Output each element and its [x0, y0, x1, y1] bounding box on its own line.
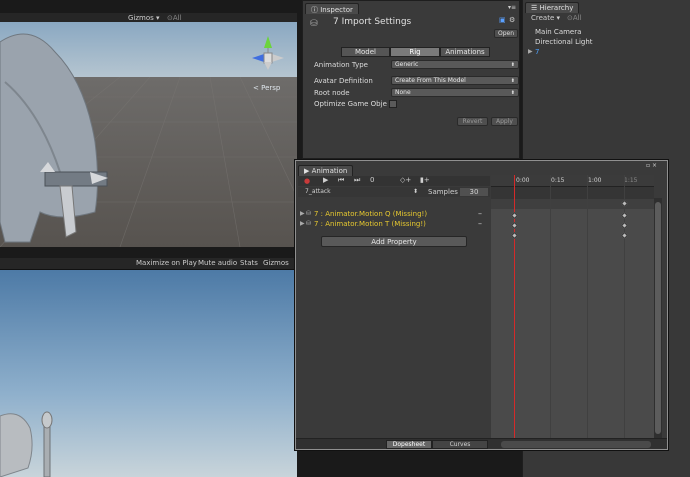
tab-animations[interactable]: Animations: [440, 47, 490, 57]
property-list: ▶ ⛁ 7 : Animator.Motion Q (Missing!) – ▶…: [296, 198, 490, 450]
ogre-game-model: [0, 411, 53, 477]
expand-arrow-icon[interactable]: ▶: [300, 220, 305, 227]
avatar-definition-label: Avatar Definition: [314, 77, 373, 85]
tab-curves[interactable]: Curves: [432, 440, 488, 449]
clip-chevron-icon[interactable]: ⬍: [413, 188, 418, 195]
horizontal-scrollbar[interactable]: [501, 441, 651, 448]
chevron-updown-icon: ⬍: [510, 78, 515, 84]
stats-toggle[interactable]: Stats: [240, 259, 258, 267]
info-icon: ⓘ: [311, 6, 318, 14]
samples-label: Samples: [428, 188, 458, 196]
play-icon[interactable]: ▶: [323, 176, 328, 184]
optimize-game-objects-checkbox[interactable]: [389, 100, 397, 108]
property-row[interactable]: ▶ ⛁ 7 : Animator.Motion T (Missing!) –: [296, 219, 490, 230]
animation-controls: ● ▶ ⏮ ⏭ 0 ◇+ ▮+: [298, 176, 490, 186]
chevron-updown-icon: ⬍: [510, 62, 515, 68]
maximize-on-play-toggle[interactable]: Maximize on Play: [136, 259, 197, 267]
event-row[interactable]: [491, 187, 654, 199]
next-key-icon[interactable]: ⏭: [354, 176, 360, 185]
avatar-definition-dropdown[interactable]: Create From This Model ⬍: [391, 76, 519, 85]
persp-label[interactable]: < Persp: [253, 84, 280, 92]
clip-row: 7_attack ⬍ Samples 30: [298, 187, 490, 197]
game-toolbar: Maximize on Play Mute audio Stats Gizmos: [0, 258, 297, 270]
summary-row: [491, 199, 654, 209]
chevron-updown-icon: ⬍: [510, 90, 515, 96]
panel-menu-icon[interactable]: ▾≡: [508, 4, 516, 11]
time-label: 0:00: [516, 177, 530, 184]
scene-view[interactable]: Gizmos ▾ ⊙All < Persp: [0, 0, 297, 247]
property-label: 7 : Animator.Motion T (Missing!): [314, 220, 426, 228]
list-icon: ☰: [531, 4, 538, 12]
hierarchy-item-directional-light[interactable]: Directional Light: [535, 38, 593, 46]
animation-icon: ▶: [304, 167, 310, 175]
window-menu-icon[interactable]: ▫ ×: [646, 162, 657, 169]
scene-search-input[interactable]: ⊙All: [167, 14, 182, 22]
hierarchy-search-input[interactable]: ⊙All: [567, 14, 582, 22]
revert-button[interactable]: Revert: [457, 117, 488, 126]
remove-property-button[interactable]: –: [478, 209, 482, 218]
tab-animation[interactable]: ▶ Animation: [298, 165, 354, 176]
orientation-gizmo-icon[interactable]: [248, 34, 288, 79]
inspector-title: 7 Import Settings: [333, 17, 412, 27]
tab-rig[interactable]: Rig: [390, 47, 440, 57]
mute-audio-toggle[interactable]: Mute audio: [198, 259, 237, 267]
game-gizmos-toggle[interactable]: Gizmos: [263, 259, 289, 267]
record-icon[interactable]: ●: [304, 177, 310, 185]
expand-arrow-icon[interactable]: ▶: [300, 210, 305, 217]
add-property-button[interactable]: Add Property: [321, 236, 467, 247]
model-file-icon: ⛁: [310, 19, 318, 29]
optimize-game-objects-label: Optimize Game Obje: [314, 100, 387, 108]
inspector-panel: ⓘ Inspector ▾≡ ⛁ 7 Import Settings ▣ ⚙ O…: [302, 0, 520, 159]
time-label: 1:00: [588, 177, 602, 184]
tab-dopesheet[interactable]: Dopesheet: [386, 440, 432, 449]
tab-model[interactable]: Model: [341, 47, 390, 57]
settings-gear-icon[interactable]: ⚙: [509, 16, 515, 24]
hierarchy-item-7[interactable]: 7: [535, 48, 539, 56]
gizmos-dropdown[interactable]: Gizmos ▾: [128, 14, 160, 22]
keyframe[interactable]: [620, 231, 629, 240]
dopesheet-timeline[interactable]: 0:00 0:15 1:00 1:15: [491, 175, 654, 438]
create-dropdown[interactable]: Create ▾: [531, 14, 560, 22]
remove-property-button[interactable]: –: [478, 219, 482, 228]
keyframe[interactable]: [510, 231, 519, 240]
time-label: 1:15: [624, 177, 638, 184]
add-keyframe-icon[interactable]: ◇+: [400, 176, 411, 184]
game-view: Maximize on Play Mute audio Stats Gizmos: [0, 258, 297, 477]
samples-input[interactable]: 30: [460, 188, 488, 196]
animation-type-dropdown[interactable]: Generic ⬍: [391, 60, 519, 69]
apply-button[interactable]: Apply: [491, 117, 518, 126]
time-label: 0:15: [551, 177, 565, 184]
bottom-bar: Dopesheet Curves: [296, 438, 667, 449]
root-node-label: Root node: [314, 89, 350, 97]
scrollbar-thumb[interactable]: [655, 202, 661, 434]
help-icon[interactable]: ▣: [499, 16, 506, 24]
add-event-icon[interactable]: ▮+: [420, 176, 430, 184]
timeline-ruler[interactable]: 0:00 0:15 1:00 1:15: [491, 175, 654, 187]
vertical-scrollbar[interactable]: [654, 198, 662, 439]
open-button[interactable]: Open: [494, 29, 518, 38]
hierarchy-item-main-camera[interactable]: Main Camera: [535, 28, 581, 36]
root-node-dropdown[interactable]: None ⬍: [391, 88, 519, 97]
clip-select[interactable]: 7_attack: [305, 188, 331, 195]
property-label: 7 : Animator.Motion Q (Missing!): [314, 210, 428, 218]
animation-type-label: Animation Type: [314, 61, 368, 69]
animation-window: ▶ Animation ▫ × ● ▶ ⏮ ⏭ 0 ◇+ ▮+ 7_attack…: [295, 160, 668, 450]
tab-hierarchy[interactable]: ☰ Hierarchy: [525, 2, 580, 13]
keyframe[interactable]: [620, 211, 629, 220]
keyframe[interactable]: [620, 221, 629, 230]
tab-inspector[interactable]: ⓘ Inspector: [305, 3, 359, 14]
expand-arrow-icon[interactable]: ▶: [528, 48, 533, 55]
prev-key-icon[interactable]: ⏮: [338, 176, 344, 185]
frame-input[interactable]: 0: [370, 176, 390, 185]
keyframe[interactable]: [510, 221, 519, 230]
keyframe[interactable]: [510, 211, 519, 220]
property-row[interactable]: ▶ ⛁ 7 : Animator.Motion Q (Missing!) –: [296, 209, 490, 220]
missing-property-icon: ⛁: [306, 220, 312, 227]
missing-property-icon: ⛁: [306, 210, 312, 217]
ogre-model[interactable]: [0, 22, 130, 247]
